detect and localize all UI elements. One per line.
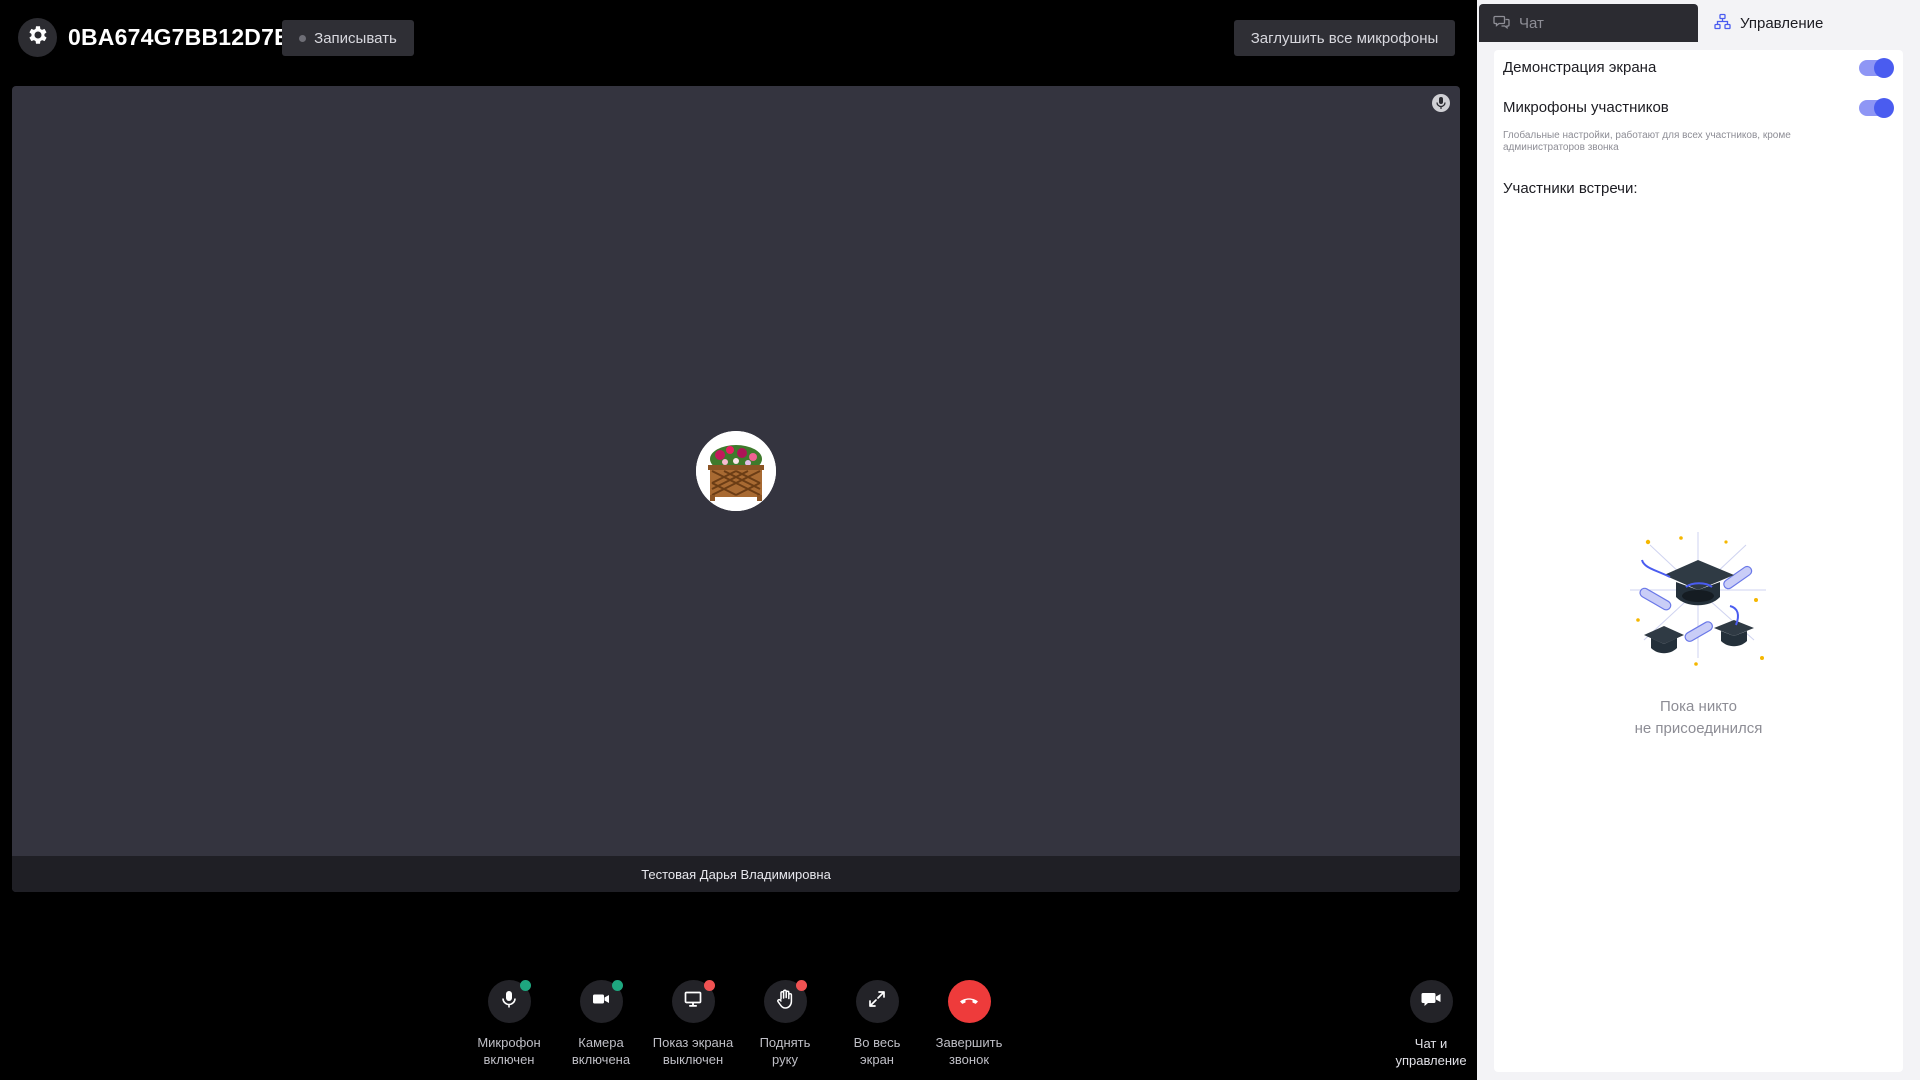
screen-share-setting: Демонстрация экрана <box>1503 57 1894 78</box>
camera-button-label: Камера включена <box>571 1035 631 1067</box>
microphone-toggle-button[interactable]: Микрофон включен <box>464 980 554 1068</box>
video-call-app: 0BA674G7BB12D7E Записывать Заглушить все… <box>0 0 1920 1080</box>
participant-mics-toggle[interactable] <box>1859 97 1894 118</box>
participants-title: Участники встречи: <box>1503 180 1638 197</box>
participant-mics-toggle-knob <box>1874 97 1894 118</box>
mute-all-microphones-button[interactable]: Заглушить все микрофоны <box>1234 20 1455 56</box>
participant-name: Тестовая Дарья Владимировна <box>12 856 1460 892</box>
microphone-status-dot <box>519 980 531 991</box>
fullscreen-button[interactable]: Во весь экран <box>832 980 922 1068</box>
tab-management-label: Управление <box>1740 14 1824 32</box>
graduation-caps-illustration <box>1626 530 1771 675</box>
screen-share-button-circle <box>671 980 715 1023</box>
room-id: 0BA674G7BB12D7E <box>68 24 290 50</box>
raise-hand-button-label: Поднять руку <box>759 1035 811 1067</box>
record-label: Записывать <box>314 29 397 47</box>
avatar <box>696 431 776 511</box>
gear-icon <box>26 23 50 52</box>
microphone-status-icon <box>1432 94 1450 112</box>
screen-share-button[interactable]: Показ экрана выключен <box>648 980 738 1068</box>
microphone-button-circle <box>487 980 531 1023</box>
side-panel: Чат Управление Демонстрация экрана Микро… <box>1477 0 1920 1080</box>
fullscreen-button-circle <box>855 980 899 1023</box>
record-button[interactable]: Записывать <box>282 20 414 56</box>
end-call-button-circle <box>947 980 991 1023</box>
side-panel-tabs: Чат Управление <box>1479 4 1920 42</box>
tab-chat-label: Чат <box>1519 14 1544 32</box>
raise-hand-button-circle <box>763 980 807 1023</box>
fullscreen-button-label: Во весь экран <box>853 1035 901 1067</box>
screen-share-button-label: Показ экрана выключен <box>652 1035 734 1067</box>
settings-hint: Глобальные настройки, работают для всех … <box>1503 130 1791 153</box>
raise-hand-status-dot <box>795 980 807 991</box>
microphone-button-label: Микрофон включен <box>477 1035 541 1067</box>
screen-share-toggle[interactable] <box>1859 57 1894 78</box>
chat-video-icon <box>1420 989 1442 1014</box>
camera-icon <box>591 989 611 1014</box>
settings-button[interactable] <box>18 18 57 57</box>
screen-share-setting-label: Демонстрация экрана <box>1503 59 1657 76</box>
camera-toggle-button[interactable]: Камера включена <box>556 980 646 1068</box>
tab-chat[interactable]: Чат <box>1479 4 1698 42</box>
participant-mics-setting-label: Микрофоны участников <box>1503 99 1669 116</box>
record-dot-icon <box>299 34 307 42</box>
chat-and-management-label: Чат и управление <box>1395 1036 1467 1068</box>
empty-participants-text: Пока никто не присоединился <box>1634 698 1763 737</box>
hierarchy-icon <box>1714 13 1731 34</box>
raise-hand-button[interactable]: Поднять руку <box>740 980 830 1068</box>
expand-icon <box>867 989 887 1014</box>
chat-and-management-button-circle <box>1409 980 1453 1023</box>
monitor-icon <box>683 989 703 1014</box>
mic-icon <box>499 989 519 1014</box>
participant-video-tile: Тестовая Дарья Владимировна <box>12 86 1460 892</box>
call-controls: Микрофон включен Камера включена Показ э… <box>0 980 1460 1080</box>
participant-mics-setting: Микрофоны участников <box>1503 97 1894 118</box>
screen-share-toggle-knob <box>1874 57 1894 78</box>
end-call-button[interactable]: Завершить звонок <box>924 980 1014 1068</box>
tab-management[interactable]: Управление <box>1698 4 1920 42</box>
camera-status-dot <box>611 980 623 991</box>
screen-share-status-dot <box>703 980 715 991</box>
end-call-button-label: Завершить звонок <box>935 1035 1003 1067</box>
chat-and-management-button[interactable]: Чат и управление <box>1393 980 1469 1069</box>
management-panel: Демонстрация экрана Микрофоны участников… <box>1494 50 1903 1072</box>
hand-icon <box>774 988 796 1015</box>
phone-hangup-icon <box>957 987 981 1016</box>
chat-bubbles-icon <box>1493 13 1510 34</box>
camera-button-circle <box>579 980 623 1023</box>
